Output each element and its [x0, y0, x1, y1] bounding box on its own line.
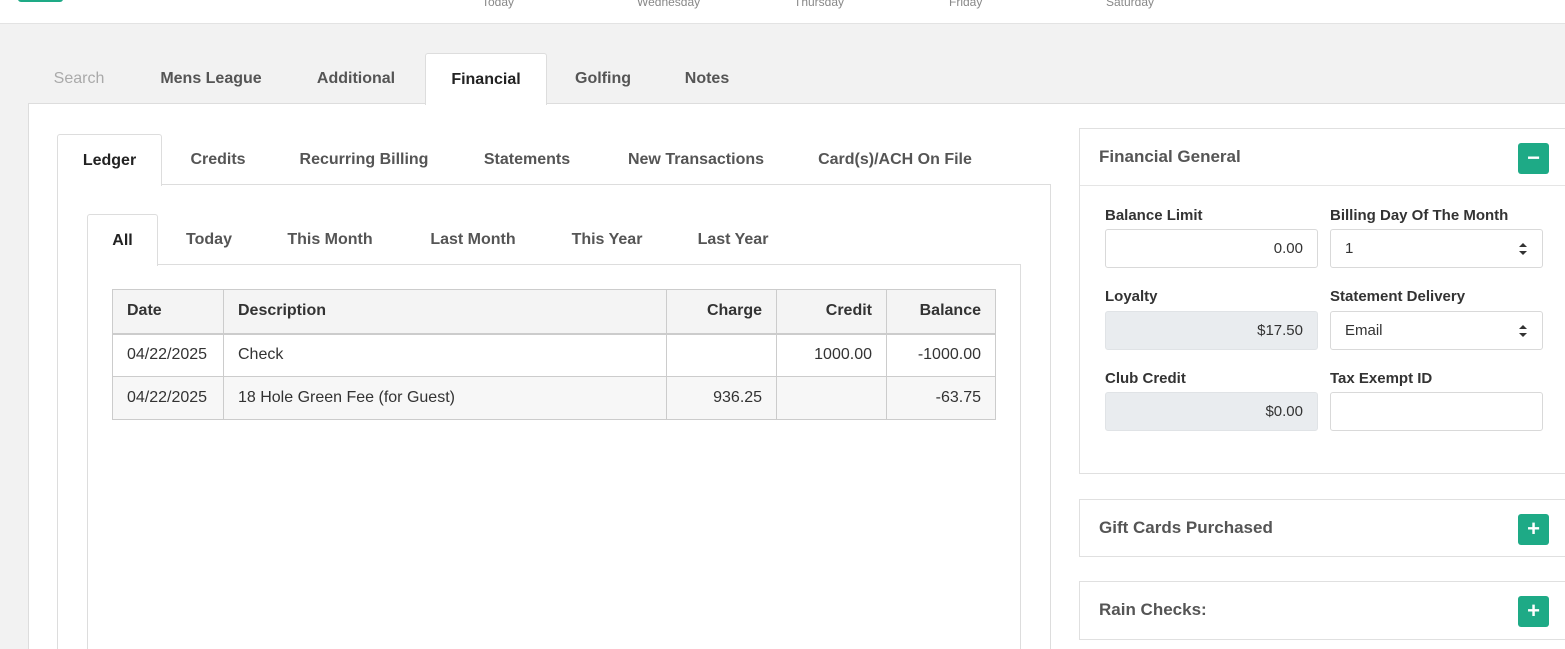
ledger-table: Date Description Charge Credit Balance 0…: [112, 289, 996, 420]
tab-new-transactions[interactable]: New Transactions: [613, 134, 779, 185]
billing-day-select[interactable]: 1: [1330, 229, 1543, 268]
tab-notes[interactable]: Notes: [671, 53, 743, 104]
tab-search[interactable]: Search: [42, 53, 116, 104]
table-row[interactable]: 04/22/2025 Check 1000.00 -1000.00: [112, 333, 996, 377]
column-header-description[interactable]: Description: [222, 289, 668, 335]
cell-description: 18 Hole Green Fee (for Guest): [222, 376, 668, 420]
column-header-date[interactable]: Date: [112, 289, 224, 335]
top-accent-button[interactable]: [18, 0, 63, 2]
statement-delivery-label: Statement Delivery: [1330, 288, 1466, 305]
day-label-friday[interactable]: Friday: [949, 0, 982, 9]
tab-range-today[interactable]: Today: [169, 214, 249, 265]
day-label-saturday[interactable]: Saturday: [1106, 0, 1154, 9]
day-label-wednesday[interactable]: Wednesday: [637, 0, 700, 9]
expand-rain-checks-button[interactable]: +: [1518, 596, 1549, 627]
tab-recurring-billing[interactable]: Recurring Billing: [285, 134, 443, 185]
top-bar: Today Wednesday Thursday Friday Saturday: [0, 0, 1565, 24]
tab-financial[interactable]: Financial: [425, 53, 547, 105]
cell-charge: 936.25: [666, 376, 778, 420]
club-credit-label: Club Credit: [1105, 370, 1186, 387]
cell-balance: -1000.00: [886, 333, 996, 377]
table-row[interactable]: 04/22/2025 18 Hole Green Fee (for Guest)…: [112, 376, 996, 420]
cell-date: 04/22/2025: [112, 333, 224, 377]
tax-exempt-input[interactable]: [1330, 392, 1543, 431]
rain-checks-card: Rain Checks: +: [1079, 581, 1565, 640]
tab-statements[interactable]: Statements: [469, 134, 585, 185]
tab-range-last-year[interactable]: Last Year: [681, 214, 785, 265]
cell-balance: -63.75: [886, 376, 996, 420]
billing-day-value: 1: [1345, 240, 1354, 257]
financial-general-header: Financial General −: [1080, 129, 1565, 186]
day-label-today[interactable]: Today: [482, 0, 514, 9]
tab-range-last-month[interactable]: Last Month: [411, 214, 535, 265]
date-range-tabs: All Today This Month Last Month This Yea…: [87, 214, 1021, 266]
main-tabs: Search Mens League Additional Financial …: [28, 53, 1565, 105]
plus-icon: +: [1527, 598, 1540, 623]
rain-checks-header: Rain Checks: +: [1080, 582, 1565, 639]
column-header-credit[interactable]: Credit: [776, 289, 887, 335]
day-label-thursday[interactable]: Thursday: [794, 0, 844, 9]
tab-cards-ach-on-file[interactable]: Card(s)/ACH On File: [805, 134, 985, 185]
minus-icon: −: [1527, 145, 1540, 170]
cell-credit: [776, 376, 887, 420]
tax-exempt-label: Tax Exempt ID: [1330, 370, 1433, 387]
tab-range-this-year[interactable]: This Year: [555, 214, 659, 265]
financial-sub-tabs: Ledger Credits Recurring Billing Stateme…: [57, 134, 1051, 186]
tab-ledger[interactable]: Ledger: [57, 134, 162, 186]
statement-delivery-value: Email: [1345, 322, 1383, 339]
cell-date: 04/22/2025: [112, 376, 224, 420]
loyalty-field: $17.50: [1105, 311, 1318, 350]
select-arrows-icon: [1518, 324, 1528, 338]
tab-additional[interactable]: Additional: [304, 53, 408, 104]
balance-limit-input[interactable]: 0.00: [1105, 229, 1318, 268]
expand-gift-cards-button[interactable]: +: [1518, 514, 1549, 545]
select-arrows-icon: [1518, 242, 1528, 256]
plus-icon: +: [1527, 516, 1540, 541]
cell-charge: [666, 333, 778, 377]
loyalty-label: Loyalty: [1105, 288, 1158, 305]
gift-cards-card: Gift Cards Purchased +: [1079, 499, 1565, 557]
club-credit-field: $0.00: [1105, 392, 1318, 431]
cell-credit: 1000.00: [776, 333, 887, 377]
column-header-charge[interactable]: Charge: [666, 289, 778, 335]
table-header-row: Date Description Charge Credit Balance: [112, 289, 996, 335]
billing-day-label: Billing Day Of The Month: [1330, 207, 1509, 224]
tab-credits[interactable]: Credits: [175, 134, 261, 185]
tab-range-all[interactable]: All: [87, 214, 158, 266]
financial-general-title: Financial General: [1099, 147, 1241, 166]
tab-golfing[interactable]: Golfing: [563, 53, 643, 104]
collapse-button[interactable]: −: [1518, 143, 1549, 174]
balance-limit-label: Balance Limit: [1105, 207, 1203, 224]
financial-general-card: Financial General − Balance Limit 0.00 B…: [1079, 128, 1565, 474]
tab-mens-league[interactable]: Mens League: [150, 53, 272, 104]
tab-range-this-month[interactable]: This Month: [271, 214, 389, 265]
statement-delivery-select[interactable]: Email: [1330, 311, 1543, 350]
column-header-balance[interactable]: Balance: [886, 289, 996, 335]
gift-cards-header: Gift Cards Purchased +: [1080, 500, 1565, 557]
rain-checks-title: Rain Checks:: [1099, 600, 1207, 619]
gift-cards-title: Gift Cards Purchased: [1099, 518, 1273, 537]
cell-description: Check: [222, 333, 668, 377]
